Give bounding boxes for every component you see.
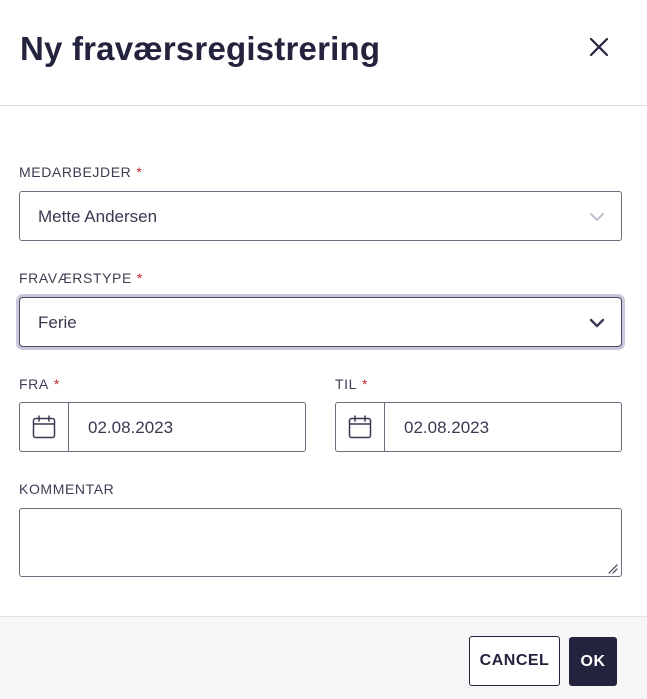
close-icon	[589, 37, 609, 57]
comment-label: KOMMENTAR	[19, 481, 114, 497]
to-label: TIL *	[335, 376, 368, 392]
absence-type-select[interactable]: Ferie	[19, 297, 622, 347]
absence-type-select-value: Ferie	[38, 313, 77, 332]
employee-select-value: Mette Andersen	[38, 207, 158, 226]
absence-type-label: FRAVÆRSTYPE *	[19, 270, 143, 286]
absence-type-label-text: FRAVÆRSTYPE	[19, 270, 132, 286]
required-marker: *	[136, 270, 143, 286]
resize-handle-icon[interactable]	[606, 562, 618, 574]
from-label-text: FRA	[19, 376, 49, 392]
to-calendar-button[interactable]	[336, 403, 385, 451]
comment-textarea[interactable]	[19, 508, 622, 577]
comment-label-text: KOMMENTAR	[19, 481, 115, 497]
chevron-down-icon	[589, 318, 605, 328]
to-date-field[interactable]: 02.08.2023	[335, 402, 622, 452]
ok-button[interactable]: OK	[569, 637, 617, 686]
to-date-value: 02.08.2023	[404, 418, 490, 437]
employee-select[interactable]: Mette Andersen	[19, 191, 622, 241]
dialog-header: Ny fraværsregistrering	[0, 0, 647, 106]
calendar-icon	[32, 415, 56, 439]
calendar-icon	[348, 415, 372, 439]
dialog-title: Ny fraværsregistrering	[20, 30, 381, 67]
chevron-down-icon	[590, 213, 604, 221]
cancel-button[interactable]: CANCEL	[469, 636, 560, 686]
from-date-field[interactable]: 02.08.2023	[19, 402, 306, 452]
close-button[interactable]	[584, 32, 614, 62]
from-calendar-button[interactable]	[20, 403, 69, 451]
from-label: FRA *	[19, 376, 60, 392]
employee-label-text: MEDARBEJDER	[19, 164, 132, 180]
required-marker: *	[362, 376, 369, 392]
from-date-value: 02.08.2023	[88, 418, 174, 437]
to-label-text: TIL	[335, 376, 358, 392]
required-marker: *	[53, 376, 60, 392]
required-marker: *	[136, 164, 143, 180]
employee-label: MEDARBEJDER *	[19, 164, 142, 180]
